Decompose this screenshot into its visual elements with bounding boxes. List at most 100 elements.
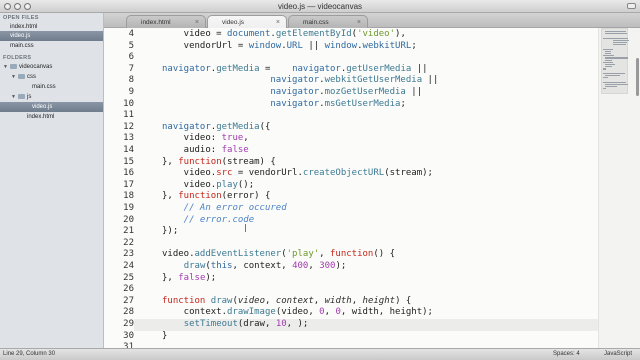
vertical-scrollbar[interactable]: [636, 58, 639, 96]
code-token: draw: [183, 261, 206, 271]
code-line[interactable]: navigator.getMedia = navigator.getUserMe…: [162, 64, 428, 76]
code-line[interactable]: video.play();: [162, 180, 254, 192]
line-number: 21: [123, 226, 134, 237]
code-line[interactable]: video.addEventListener('play', function(…: [162, 249, 395, 261]
code-token: play: [216, 179, 238, 190]
tab-video-js[interactable]: video.js ×: [207, 15, 287, 29]
minimap-line: [605, 57, 628, 59]
code-line[interactable]: }, false);: [162, 273, 216, 285]
expand-arrow-icon[interactable]: ▼: [11, 72, 18, 82]
minimap-line: [605, 83, 628, 86]
code-line[interactable]: video = document.getElementById('video')…: [162, 29, 406, 41]
minimap-line: [603, 61, 613, 64]
code-token: context: [275, 295, 314, 306]
line-number: 28: [123, 307, 134, 318]
code-token: navigator: [292, 63, 341, 74]
open-file-video-js[interactable]: video.js: [0, 31, 103, 41]
expand-arrow-icon[interactable]: ▼: [11, 92, 18, 102]
folder-icon: [10, 63, 17, 69]
folder-css[interactable]: ▼ css: [0, 72, 103, 82]
code-line[interactable]: });: [162, 226, 178, 238]
code-token: , );: [286, 319, 309, 329]
fullscreen-button[interactable]: [627, 3, 636, 9]
code-line[interactable]: navigator.msGetUserMedia;: [162, 98, 405, 111]
indentation-selector[interactable]: Spaces: 4: [553, 349, 580, 360]
line-number: 24: [123, 261, 134, 271]
tab-bar: index.html × video.js × main.css ×: [104, 13, 640, 29]
expand-arrow-icon[interactable]: ▼: [3, 62, 10, 72]
code-line[interactable]: navigator.webkitGetUserMedia ||: [162, 75, 438, 87]
code-line[interactable]: video.src = vendorUrl.createObjectURL(st…: [162, 168, 433, 180]
tab-main-css[interactable]: main.css ×: [288, 15, 368, 28]
tab-index-html[interactable]: index.html ×: [126, 15, 206, 28]
code-token: getElementById: [275, 29, 352, 39]
code-token: (stream);: [384, 168, 433, 179]
code-line[interactable]: }, function(stream) {: [162, 157, 276, 169]
code-token: ,: [264, 295, 276, 306]
code-line[interactable]: }: [162, 331, 167, 343]
open-file-main-css[interactable]: main.css: [0, 41, 103, 51]
code-line[interactable]: function draw(video, context, width, hei…: [162, 296, 411, 308]
code-token: );: [335, 261, 347, 271]
file-main-css[interactable]: main.css: [0, 82, 103, 92]
code-line[interactable]: draw(this, context, 400, 300);: [162, 261, 347, 273]
code-line[interactable]: setTimeout(draw, 10, );: [162, 319, 309, 331]
file-index-html[interactable]: index.html: [0, 112, 103, 122]
line-number: 30: [123, 330, 134, 341]
code-token: audio:: [162, 145, 222, 155]
close-window-button[interactable]: [4, 3, 11, 10]
line-number: 11: [123, 110, 134, 121]
code-line[interactable]: // An error occured: [162, 203, 287, 215]
minimap-line: [605, 53, 611, 55]
code-token: navigator: [270, 98, 320, 109]
line-number: 16: [123, 168, 134, 179]
code-token: navigator: [270, 87, 320, 97]
code-token: (stream) {: [221, 156, 276, 167]
minimap-line: [603, 37, 628, 39]
sidebar: OPEN FILES index.html video.js main.css …: [0, 13, 104, 348]
code-line[interactable]: // error.code: [162, 215, 254, 227]
code-line[interactable]: navigator.mozGetUserMedia ||: [162, 87, 422, 99]
code-token: addEventListener: [194, 249, 282, 260]
code-token: context.: [162, 307, 228, 318]
code-token: }: [162, 330, 168, 341]
tab-label: video.js: [222, 19, 245, 26]
line-number: 22: [123, 237, 134, 248]
code-editor[interactable]: 4 5 6 7 8 9 10 11 12 13 14 15 16 17 18 19 20 21 22 23 24 25 26…: [104, 28, 598, 348]
window-controls: [4, 3, 31, 10]
code-line[interactable]: video: true,: [162, 133, 249, 145]
maximize-window-button[interactable]: [24, 3, 31, 10]
minimap-line: [613, 44, 626, 46]
code-token: 'video': [357, 29, 396, 39]
line-number: 15: [123, 156, 134, 167]
status-bar: Line 29, Column 30 Spaces: 4 JavaScript: [0, 348, 640, 360]
line-number: 14: [123, 145, 134, 155]
code-line[interactable]: context.drawImage(video, 0, 0, width, he…: [162, 307, 433, 319]
code-token: ,: [324, 307, 336, 318]
file-video-js[interactable]: video.js: [0, 102, 103, 112]
code-token: },: [162, 191, 179, 202]
syntax-selector[interactable]: JavaScript: [604, 349, 632, 360]
folder-js[interactable]: ▼ js: [0, 92, 103, 102]
minimize-window-button[interactable]: [14, 3, 21, 10]
code-token: function: [162, 295, 206, 306]
code-token: msGetUserMedia: [324, 98, 401, 109]
code-line[interactable]: }, function(error) {: [162, 191, 270, 203]
code-token: 400: [292, 261, 309, 271]
code-token: ,: [308, 261, 320, 271]
code-line[interactable]: audio: false: [162, 145, 249, 157]
code-token: draw: [210, 295, 233, 306]
code-line[interactable]: vendorUrl = window.URL || window.webkitU…: [162, 41, 417, 53]
minimap[interactable]: [598, 28, 640, 348]
code-area[interactable]: video = document.getElementById('video')…: [162, 28, 598, 348]
minimap-line: [605, 50, 611, 53]
code-line[interactable]: navigator.getMedia({: [162, 122, 270, 134]
folder-icon: [18, 73, 25, 79]
folder-videocanvas[interactable]: ▼ videocanvas: [0, 62, 103, 72]
line-number: 7: [128, 63, 134, 74]
code-token: ||: [422, 75, 439, 86]
minimap-line: [605, 75, 620, 77]
line-number: 8: [128, 75, 134, 86]
